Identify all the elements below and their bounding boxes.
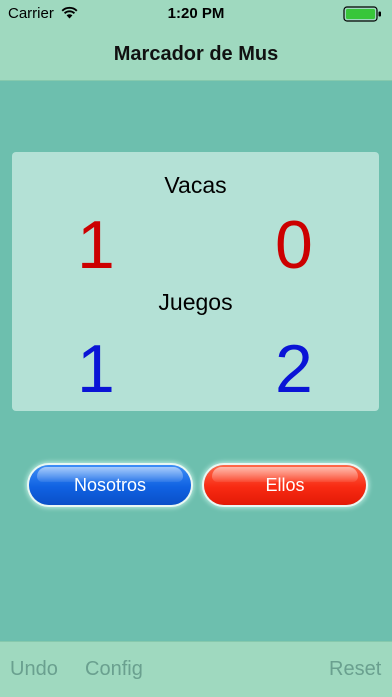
juegos-score-ellos: 2: [275, 331, 313, 407]
ellos-button-label: Ellos: [265, 475, 305, 495]
vacas-score-nosotros: 1: [77, 207, 115, 283]
status-bar: Carrier 1:20 PM: [0, 0, 392, 28]
nosotros-button-label: Nosotros: [73, 475, 147, 495]
scoreboard-card: Vacas 1 0 Juegos 1 2: [12, 152, 379, 411]
battery-icon: [343, 6, 381, 22]
juegos-score-nosotros: 1: [77, 331, 115, 407]
clock: 1:20 PM: [167, 5, 225, 22]
page-title: Marcador de Mus: [113, 43, 279, 65]
config-button[interactable]: Config: [85, 658, 143, 681]
navigation-bar: Marcador de Mus: [0, 28, 392, 81]
juegos-label: Juegos: [158, 289, 233, 315]
bottom-toolbar: Undo Config Reset: [0, 641, 392, 697]
vacas-label: Vacas: [164, 172, 227, 198]
undo-button[interactable]: Undo: [10, 658, 58, 681]
vacas-score-ellos: 0: [275, 207, 313, 283]
reset-button[interactable]: Reset: [329, 658, 381, 681]
ellos-button[interactable]: Ellos: [204, 465, 366, 505]
nosotros-button[interactable]: Nosotros: [29, 465, 191, 505]
